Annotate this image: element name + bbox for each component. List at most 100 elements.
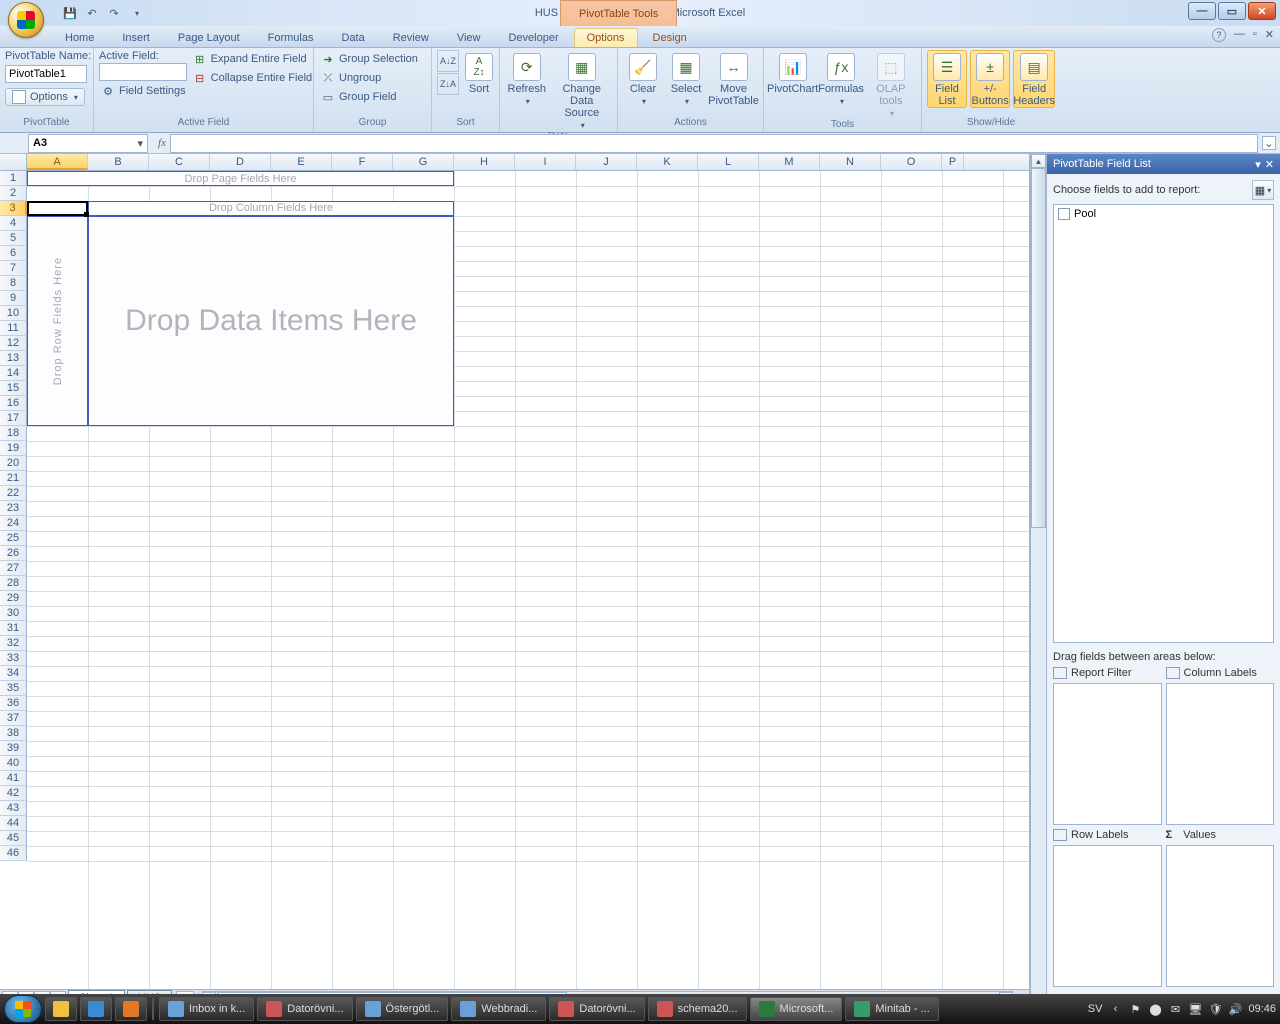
sort-button[interactable]: AZ↕ Sort [462,50,496,96]
sort-desc-button[interactable]: Z↓A [437,73,459,95]
row-header[interactable]: 8 [0,276,27,291]
qat-customize-icon[interactable] [126,3,146,23]
field-list-layout-button[interactable]: ▦ [1252,180,1274,200]
tab-page-layout[interactable]: Page Layout [165,28,253,47]
col-header[interactable]: B [88,154,149,170]
plus-minus-toggle[interactable]: ±+/- Buttons [970,50,1010,108]
maximize-button[interactable]: ▭ [1218,2,1246,20]
group-selection-button[interactable]: ➜Group Selection [319,50,420,68]
help-icon[interactable]: ? [1212,28,1226,42]
row-header[interactable]: 14 [0,366,27,381]
row-header[interactable]: 20 [0,456,27,471]
row-header[interactable]: 11 [0,321,27,336]
tab-design[interactable]: Design [640,28,700,47]
row-header[interactable]: 29 [0,591,27,606]
pivot-row-drop[interactable]: Drop Row Fields Here [27,216,88,426]
start-button[interactable] [4,995,42,1023]
row-header[interactable]: 17 [0,411,27,426]
tab-formulas[interactable]: Formulas [255,28,327,47]
row-header[interactable]: 26 [0,546,27,561]
redo-icon[interactable]: ↷ [104,3,124,23]
values-area[interactable] [1166,845,1275,987]
row-header[interactable]: 12 [0,336,27,351]
tray-icon[interactable]: 🖥 [1188,1002,1202,1016]
pivot-data-drop[interactable]: Drop Data Items Here [88,216,454,426]
scroll-up-icon[interactable]: ▲ [1031,154,1046,168]
col-header[interactable]: C [149,154,210,170]
undo-icon[interactable]: ↶ [82,3,102,23]
taskbar-item[interactable]: Inbox in k... [159,997,254,1021]
row-header[interactable]: 2 [0,186,27,201]
collapse-field-button[interactable]: ⊟Collapse Entire Field [191,69,315,87]
tab-developer[interactable]: Developer [495,28,571,47]
worksheet[interactable]: A B C D E F G H I J K L M N O P 12345678… [0,154,1030,1024]
tab-view[interactable]: View [444,28,494,47]
tray-icon[interactable]: 🛡 [1208,1002,1222,1016]
row-header[interactable]: 13 [0,351,27,366]
row-header[interactable]: 24 [0,516,27,531]
row-header[interactable]: 31 [0,621,27,636]
tab-data[interactable]: Data [328,28,377,47]
save-icon[interactable]: 💾 [60,3,80,23]
col-header[interactable]: O [881,154,942,170]
tray-volume-icon[interactable]: 🔊 [1228,1002,1242,1016]
field-list-dropdown-icon[interactable]: ▾ [1255,158,1261,171]
ribbon-restore-icon[interactable]: ▫ [1253,28,1257,42]
row-header[interactable]: 4 [0,216,27,231]
col-header[interactable]: H [454,154,515,170]
col-header[interactable]: D [210,154,271,170]
row-header[interactable]: 1 [0,171,27,186]
refresh-button[interactable]: ⟳Refresh [505,50,549,107]
col-header[interactable]: G [393,154,454,170]
field-list-title-bar[interactable]: PivotTable Field List ▾✕ [1047,154,1280,174]
language-indicator[interactable]: SV [1088,1003,1103,1015]
formula-input[interactable] [170,134,1258,153]
row-header[interactable]: 5 [0,231,27,246]
row-header[interactable]: 44 [0,816,27,831]
select-button[interactable]: ▦Select [666,50,706,107]
taskbar-item[interactable]: schema20... [648,997,747,1021]
row-header[interactable]: 33 [0,651,27,666]
fx-icon[interactable]: fx [154,137,170,149]
row-header[interactable]: 37 [0,711,27,726]
field-list-close-icon[interactable]: ✕ [1265,158,1274,171]
col-header[interactable]: L [698,154,759,170]
clear-button[interactable]: 🧹Clear [623,50,663,107]
row-header[interactable]: 36 [0,696,27,711]
row-header[interactable]: 28 [0,576,27,591]
row-header[interactable]: 42 [0,786,27,801]
col-header[interactable]: J [576,154,637,170]
row-header[interactable]: 30 [0,606,27,621]
row-header[interactable]: 45 [0,831,27,846]
group-field-button[interactable]: ▭Group Field [319,88,420,106]
row-header[interactable]: 18 [0,426,27,441]
office-button[interactable] [8,2,44,38]
pivot-column-drop[interactable]: Drop Column Fields Here [88,201,454,216]
field-list-toggle[interactable]: ☰Field List [927,50,967,108]
taskbar-item[interactable]: Datorövni... [257,997,352,1021]
formula-bar-expand-icon[interactable]: ⌄ [1262,136,1276,150]
row-header[interactable]: 7 [0,261,27,276]
tab-options[interactable]: Options [574,28,638,47]
row-labels-area[interactable] [1053,845,1162,987]
pivotchart-button[interactable]: 📊PivotChart [769,50,816,96]
pivottable-options-button[interactable]: Options [5,88,85,106]
field-headers-toggle[interactable]: ▤Field Headers [1013,50,1055,108]
row-header[interactable]: 38 [0,726,27,741]
move-pivottable-button[interactable]: ↔Move PivotTable [709,50,758,108]
row-header[interactable]: 41 [0,771,27,786]
tray-expand-icon[interactable]: ‹ [1108,1002,1122,1016]
row-header[interactable]: 6 [0,246,27,261]
row-header[interactable]: 43 [0,801,27,816]
col-header[interactable]: N [820,154,881,170]
row-header[interactable]: 23 [0,501,27,516]
col-header[interactable]: E [271,154,332,170]
vertical-scrollbar[interactable]: ▲ ▼ [1030,154,1046,1024]
ungroup-button[interactable]: ⤫Ungroup [319,69,420,87]
row-header[interactable]: 15 [0,381,27,396]
taskbar-item-active[interactable]: Microsoft... [750,997,843,1021]
row-header[interactable]: 22 [0,486,27,501]
col-header[interactable]: I [515,154,576,170]
col-header[interactable]: K [637,154,698,170]
taskbar-item[interactable]: Datorövni... [549,997,644,1021]
